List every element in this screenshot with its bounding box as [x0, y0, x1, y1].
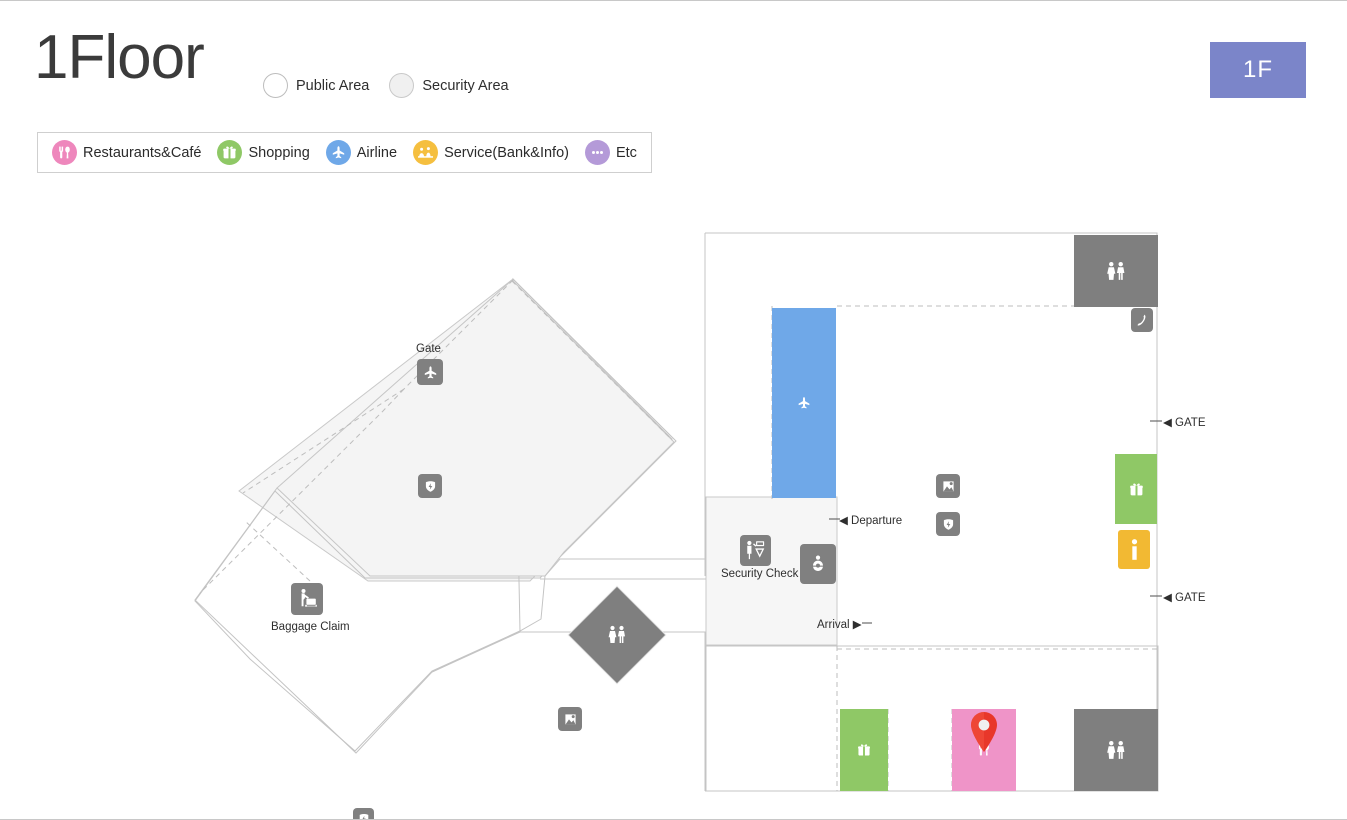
- category-legend: Restaurants&Café Shopping Airline Servic…: [37, 132, 652, 173]
- security-check-label: Security Check: [721, 568, 799, 580]
- restroom-icon: [1107, 740, 1125, 759]
- area-option-security[interactable]: Security Area: [389, 73, 509, 98]
- legend-item-etc[interactable]: Etc: [584, 140, 637, 165]
- gate-label-upper: ◀ GATE: [1163, 417, 1206, 429]
- area-label-security: Security Area: [422, 77, 509, 94]
- nursing-room-icon-hall[interactable]: [558, 707, 582, 731]
- radio-security-area[interactable]: [389, 73, 415, 98]
- shopping-gift-icon: [217, 140, 243, 165]
- service-info-icon: [413, 140, 439, 165]
- floor-map-canvas[interactable]: Gate Baggage Claim Security Check ◀ Depa…: [0, 191, 1347, 819]
- baggage-claim-icon[interactable]: [291, 583, 323, 615]
- legend-item-shopping[interactable]: Shopping: [217, 140, 310, 165]
- aed-icon-concourse[interactable]: [936, 512, 960, 536]
- baggage-claim-label: Baggage Claim: [271, 621, 350, 633]
- restroom-icon: [1107, 261, 1125, 280]
- gate-label-lower: ◀ GATE: [1163, 592, 1206, 604]
- area-filter-group: Public Area Security Area: [263, 73, 509, 98]
- legend-label-etc: Etc: [615, 144, 637, 161]
- legend-label-service: Service(Bank&Info): [444, 144, 569, 161]
- restroom-icon: [606, 625, 628, 645]
- legend-item-restaurants[interactable]: Restaurants&Café: [52, 140, 201, 165]
- radio-public-area[interactable]: [263, 73, 288, 98]
- area-label-public: Public Area: [296, 77, 370, 94]
- restaurant-icon: [52, 140, 77, 165]
- aed-icon-hall[interactable]: [418, 474, 442, 498]
- restroom-block-northeast[interactable]: [1074, 235, 1158, 307]
- ellipsis-icon: [584, 140, 610, 165]
- legend-label-airline: Airline: [356, 144, 398, 161]
- aed-icon-baggage[interactable]: [353, 808, 374, 819]
- gate-airplane-icon[interactable]: [417, 359, 443, 385]
- shopping-gift-icon: [858, 744, 870, 756]
- floor-badge[interactable]: 1F: [1210, 42, 1306, 98]
- baby-care-icon[interactable]: [800, 544, 836, 584]
- legend-item-service[interactable]: Service(Bank&Info): [413, 140, 569, 165]
- security-check-icon[interactable]: [740, 535, 771, 566]
- legend-label-shopping: Shopping: [248, 144, 310, 161]
- legend-label-restaurants: Restaurants&Café: [83, 144, 202, 161]
- restroom-block-southeast[interactable]: [1074, 709, 1158, 791]
- telephone-icon[interactable]: [1131, 308, 1153, 332]
- airplane-icon: [325, 140, 351, 165]
- departure-label: ◀ Departure: [839, 515, 903, 527]
- page-header: 1Floor Public Area Security Area 1F: [0, 1, 1347, 121]
- airline-block[interactable]: [772, 308, 836, 498]
- gate-label: Gate: [416, 343, 441, 355]
- information-icon: [1131, 538, 1137, 560]
- floor-map-page: 1Floor Public Area Security Area 1F Rest…: [0, 0, 1347, 820]
- area-option-public[interactable]: Public Area: [263, 73, 369, 98]
- airplane-icon: [798, 397, 810, 409]
- legend-item-airline[interactable]: Airline: [325, 140, 398, 165]
- page-title: 1Floor: [34, 23, 205, 92]
- nursing-room-icon-concourse[interactable]: [936, 474, 960, 498]
- shopping-block-south[interactable]: [840, 709, 888, 791]
- shopping-gift-icon: [1129, 483, 1143, 496]
- shopping-block-east[interactable]: [1115, 454, 1157, 524]
- arrival-label: Arrival ▶: [817, 619, 862, 631]
- current-location-pin[interactable]: [967, 710, 1001, 756]
- info-block-east[interactable]: [1118, 530, 1150, 569]
